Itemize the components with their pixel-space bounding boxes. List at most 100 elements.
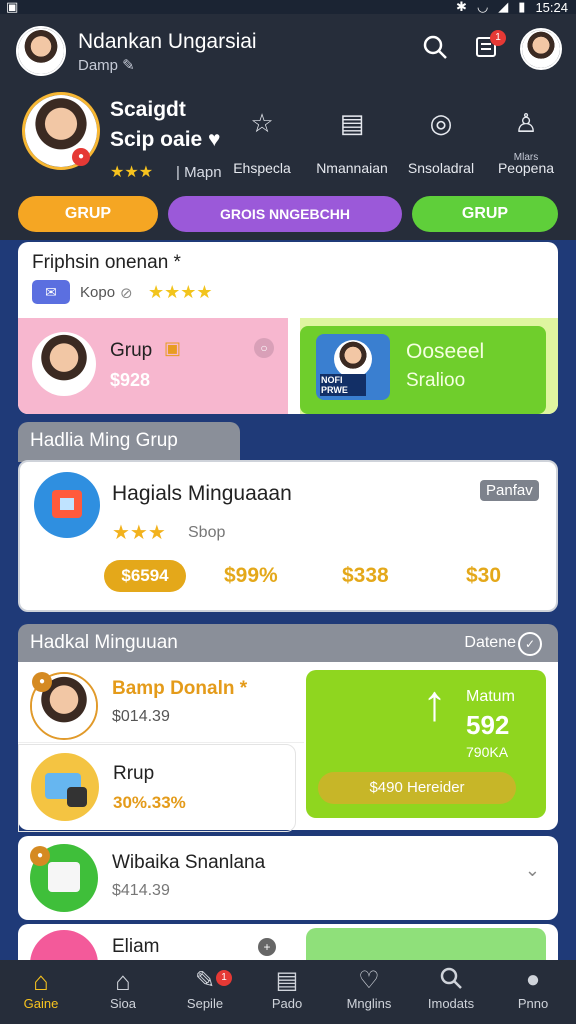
profile-map-label[interactable]: | Mapn [176,164,222,181]
ranking-section-header: Hadkal Minguuan Datene ✓ [18,624,558,664]
promo-number: 592 [466,710,510,740]
compass-icon: ◎ [429,108,453,138]
medal-icon: ● [30,846,50,866]
nav-badge: 1 [216,970,232,986]
more-icon[interactable]: ○ [254,338,274,358]
person-icon: ♙ [514,108,538,138]
profile-stars: ★★★ [110,164,154,181]
ranking-name-3: Wibaika Snanlana [112,852,266,873]
price-1: $99% [224,564,278,587]
friend-card: Friphsin onenan * ✉ Kopo ⊘ ★★★★ Grup ▣ $… [18,242,558,414]
price-2: $338 [342,564,389,587]
promo-label: Matum [466,688,515,705]
nav-item-7[interactable]: ● Pnno [498,966,568,1011]
promo-sub: 790KA [466,744,509,760]
ranking-title: Hadkal Minguuan [30,632,178,653]
search-icon[interactable] [420,34,450,64]
gift-icon: ▣ [164,338,182,358]
green-tile-photo: NOFI PRWE [316,334,390,400]
friend-card-title: Friphsin onenan * [32,252,181,273]
app-title: Ndankan Ungarsiai [78,30,257,53]
bottom-nav: ⌂ Gaine ⌂ Sioa ✎ 1 Sepile ▤ Pado ♡ Mngli… [0,960,576,1024]
green-tile[interactable]: NOFI PRWE Ooseeel Sralioo [300,326,546,414]
quick-action-3[interactable]: ◎ Snsoladral [401,108,481,176]
link-icon: ⊘ [120,285,133,302]
app-subtitle: Damp ✎ [78,57,135,74]
ranking-name-1: Bamp Donaln * [112,678,248,699]
green-tile-name: Ooseeel [406,340,485,363]
nav-item-home[interactable]: ⌂ Gaine [6,966,76,1011]
pink-tile[interactable]: Grup ▣ $928 ○ [18,318,288,414]
profile-icon: ● [525,966,541,993]
weekly-title: Hagials Minguaaan [112,482,292,505]
ranking-name-2: Rrup [113,763,155,784]
quick-action-2[interactable]: ▤ Nmannaian [312,108,392,176]
ranking-value-2: 30%.33% [113,793,186,812]
ranking-value-3: $414.39 [112,882,170,899]
weekly-sub: Sbop [188,524,226,541]
price-3: $30 [466,564,502,587]
nav-item-3[interactable]: ✎ 1 Sepile [170,966,240,1011]
ranking-card: ● Bamp Donaln * $014.39 Rrup 30%.33% ↑ M… [18,662,558,832]
chat-icon[interactable]: ✉ [32,280,70,304]
price-chip[interactable]: $6594 [104,560,186,592]
chevron-down-icon[interactable]: ⌄ [525,860,540,881]
wifi-icon: ◡ [476,0,489,14]
weekly-card[interactable]: Hagials Minguaaan Panfav ★★★ Sbop $6594 … [18,460,558,612]
weekly-tag[interactable]: Panfav [480,480,539,501]
ranking-item-3[interactable]: ● Wibaika Snanlana $414.39 ⌄ [18,836,558,920]
pill-grup-2[interactable]: GRUP [412,196,558,232]
green-tile-sub: Sralioo [406,370,466,391]
medal-icon: ● [32,672,52,692]
profile-name: Scaigdt [110,98,186,121]
add-icon[interactable]: + [258,938,276,956]
star-outline-icon: ☆ [250,108,274,138]
battery-icon: ▮ [518,0,526,14]
ranking-item-1[interactable]: ● Bamp Donaln * $014.39 [18,662,304,743]
app-bar: Ndankan Ungarsiai Damp ✎ 1 [0,14,576,84]
nav-item-4[interactable]: ▤ Pado [252,966,322,1011]
ranking-icon-2 [31,753,99,821]
document-icon: ▤ [339,108,365,138]
nav-item-2[interactable]: ⌂ Sioa [88,966,158,1011]
signal-icon: ◢ [498,0,509,14]
filter-pills: GRUP GROIS NNGEBCHH GRUP [0,190,576,240]
tile-avatar [32,332,96,396]
check-icon[interactable]: ✓ [518,632,542,656]
ranking-action[interactable]: Datene [464,634,516,652]
profile-section: ● Scaigdt Scip oaie ♥ ★★★ | Mapn ☆ Ehspe… [0,84,576,190]
status-bar: ▣ ✱ ◡ ◢ ▮ 15:24 [0,0,576,15]
heart-icon: ♡ [358,967,380,994]
image-icon: ▣ [6,0,19,14]
quick-action-1[interactable]: ☆ Ehspecla [222,108,302,176]
profile-badge-icon: ● [72,148,90,166]
weekly-section-header: Hadlia Ming Grup [18,422,240,462]
nav-item-6[interactable]: Imodats [416,966,486,1011]
pill-groups[interactable]: GROIS NNGEBCHH [168,196,402,232]
pill-grup-1[interactable]: GRUP [18,196,158,232]
promo-card[interactable]: ↑ Matum 592 790KA $490 Hereider [306,670,546,818]
weekly-gift-icon [34,472,100,538]
pink-tile-value: $928 [110,370,151,390]
quick-action-4[interactable]: ♙ Mlars Peopena [486,108,566,176]
profile-subname: Scip oaie ♥ [110,128,221,151]
friend-stars: ★★★★ [148,282,213,302]
weekly-stars: ★★★ [112,522,166,544]
ranking-name-4: Eliam [112,936,160,957]
notifications-icon[interactable]: 1 [472,30,506,64]
promo-button[interactable]: $490 Hereider [318,772,516,804]
kopo-label: Kopo [80,284,116,301]
bluetooth-icon: ✱ [456,0,467,14]
status-time: 15:24 [535,0,568,15]
ranking-item-2[interactable]: Rrup 30%.33% [18,744,296,832]
arrow-up-icon: ↑ [422,675,447,731]
search-icon [416,966,486,996]
house-icon: ⌂ [115,966,131,996]
notification-badge: 1 [490,30,506,46]
nav-item-5[interactable]: ♡ Mnglins [334,966,404,1011]
notes-icon: ▤ [275,967,299,994]
avatar[interactable] [16,26,66,76]
home-icon: ⌂ [33,966,49,996]
pink-tile-name: Grup [110,340,153,361]
profile-avatar[interactable] [520,28,562,70]
